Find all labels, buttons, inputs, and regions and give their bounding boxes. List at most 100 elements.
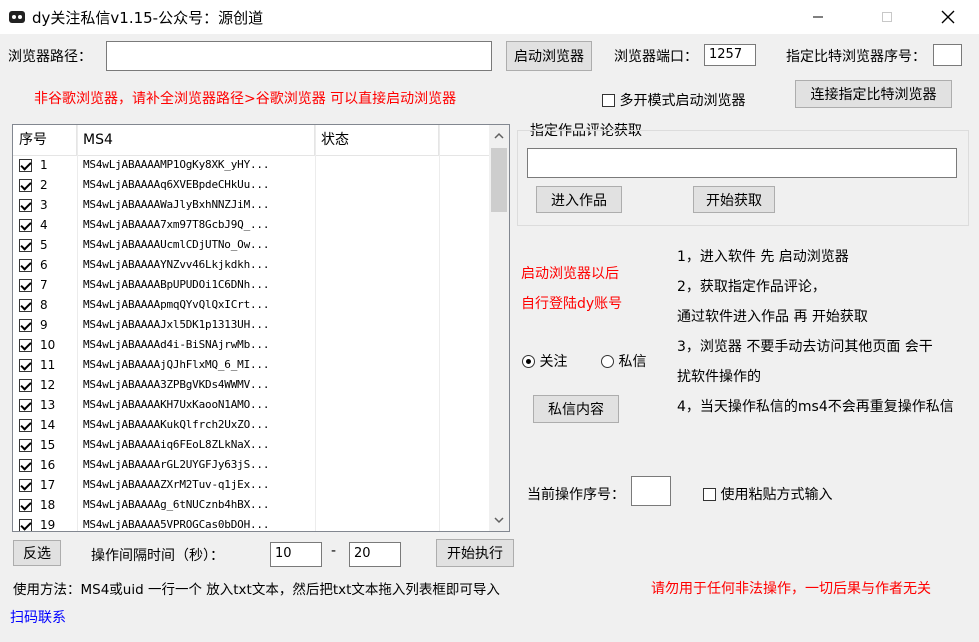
follow-radio-button[interactable]: [522, 354, 535, 368]
row-checkbox[interactable]: [19, 499, 32, 512]
table-row[interactable]: 2 MS4wLjABAAAAq6XVEBpdeCHkUu...: [13, 176, 489, 196]
dm-radio[interactable]: 私信: [601, 351, 646, 371]
table-row[interactable]: 3 MS4wLjABAAAAWaJlyBxhNNZJiM...: [13, 196, 489, 216]
table-row[interactable]: 17 MS4wLjABAAAAZXrM2Tuv-q1jEx...: [13, 476, 489, 496]
multi-mode-checkbox[interactable]: 多开模式启动浏览器: [602, 90, 745, 110]
row-checkbox[interactable]: [19, 199, 32, 212]
column-header-status[interactable]: 状态: [315, 125, 439, 155]
dm-label: 私信: [618, 354, 647, 370]
follow-radio[interactable]: 关注: [522, 351, 567, 371]
row-checkbox[interactable]: [19, 339, 32, 352]
row-checkbox[interactable]: [19, 319, 32, 332]
row-index: 5: [40, 238, 48, 252]
row-index: 7: [40, 278, 48, 292]
list-scrollbar[interactable]: [489, 125, 509, 531]
table-row[interactable]: 16 MS4wLjABAAAArGL2UYGFJy63jS...: [13, 456, 489, 476]
table-row[interactable]: 1 MS4wLjABAAAAMP1OgKy8XK_yHY...: [13, 156, 489, 176]
interval-from-input[interactable]: 10: [270, 542, 322, 567]
dm-content-button[interactable]: 私信内容: [533, 395, 619, 423]
row-ms4: MS4wLjABAAAAJxl5DK1p1313UH...: [83, 318, 270, 331]
column-header-index[interactable]: 序号: [13, 125, 77, 155]
row-checkbox[interactable]: [19, 419, 32, 432]
row-index: 9: [40, 318, 48, 332]
row-index: 4: [40, 218, 48, 232]
row-index: 12: [40, 378, 56, 392]
table-row[interactable]: 14 MS4wLjABAAAAKukQlfrch2UxZO...: [13, 416, 489, 436]
invert-selection-button[interactable]: 反选: [13, 540, 61, 566]
bitbrowser-index-input[interactable]: [933, 44, 962, 66]
scroll-down-icon[interactable]: [494, 517, 504, 524]
contact-link[interactable]: 扫码联系: [10, 607, 66, 627]
table-row[interactable]: 8 MS4wLjABAAAApmqQYvQlQxICrt...: [13, 296, 489, 316]
table-row[interactable]: 7 MS4wLjABAAAABpUPUDOi1C6DNh...: [13, 276, 489, 296]
dm-radio-button[interactable]: [601, 354, 614, 368]
row-checkbox[interactable]: [19, 159, 32, 172]
row-index: 16: [40, 458, 56, 472]
row-checkbox[interactable]: [19, 459, 32, 472]
scroll-up-icon[interactable]: [494, 132, 504, 139]
current-index-input[interactable]: [631, 476, 671, 506]
connect-bitbrowser-button[interactable]: 连接指定比特浏览器: [795, 80, 952, 108]
row-checkbox[interactable]: [19, 379, 32, 392]
close-button[interactable]: [925, 0, 971, 34]
title-bar[interactable]: dy关注私信v1.15-公众号：源创道: [0, 0, 979, 34]
row-checkbox[interactable]: [19, 519, 32, 531]
start-fetch-button[interactable]: 开始获取: [693, 186, 775, 213]
table-row[interactable]: 10 MS4wLjABAAAAd4i-BiSNAjrwMb...: [13, 336, 489, 356]
paste-mode-check-box[interactable]: [703, 487, 716, 501]
launch-browser-button[interactable]: 启动浏览器: [506, 41, 592, 71]
start-execute-button[interactable]: 开始执行: [436, 539, 514, 567]
row-checkbox[interactable]: [19, 239, 32, 252]
table-row[interactable]: 13 MS4wLjABAAAAKH7UxKaooN1AMO...: [13, 396, 489, 416]
instruction-2-cont: 通过软件进入作品 再 开始获取: [677, 309, 868, 325]
row-ms4: MS4wLjABAAAApmqQYvQlQxICrt...: [83, 298, 270, 311]
row-checkbox[interactable]: [19, 259, 32, 272]
row-checkbox[interactable]: [19, 299, 32, 312]
row-checkbox[interactable]: [19, 439, 32, 452]
row-checkbox[interactable]: [19, 399, 32, 412]
browser-path-input[interactable]: [106, 41, 492, 71]
table-row[interactable]: 4 MS4wLjABAAAA7xm97T8GcbJ9Q_...: [13, 216, 489, 236]
paste-mode-label: 使用粘贴方式输入: [720, 487, 833, 503]
table-row[interactable]: 15 MS4wLjABAAAAiq6FEoL8ZLkNaX...: [13, 436, 489, 456]
app-icon: [9, 11, 25, 23]
row-checkbox[interactable]: [19, 279, 32, 292]
row-ms4: MS4wLjABAAAAg_6tNUCznb4hBX...: [83, 498, 270, 511]
multi-mode-check-box[interactable]: [602, 93, 615, 107]
table-row[interactable]: 11 MS4wLjABAAAAjQJhFlxMQ_6_MI...: [13, 356, 489, 376]
column-header-ms4[interactable]: MS4: [77, 125, 315, 155]
row-index: 10: [40, 338, 56, 352]
app-window: dy关注私信v1.15-公众号：源创道 浏览器路径： 启动浏览器 浏览器端口： …: [0, 0, 979, 642]
close-icon: [941, 10, 955, 24]
table-row[interactable]: 6 MS4wLjABAAAAYNZvv46Lkjkdkh...: [13, 256, 489, 276]
interval-to-input[interactable]: 20: [349, 542, 401, 567]
paste-mode-checkbox[interactable]: 使用粘贴方式输入: [703, 484, 832, 504]
ms4-list[interactable]: 序号 MS4 状态 1 MS4wLjABAAAAMP1OgKy8XK_yHY...…: [12, 124, 510, 532]
bitbrowser-index-label: 指定比特浏览器序号：: [786, 49, 926, 65]
port-input[interactable]: 1257: [704, 44, 756, 66]
table-row[interactable]: 19 MS4wLjABAAAA5VPROGCas0bDOH...: [13, 516, 489, 531]
row-ms4: MS4wLjABAAAAUcmlCDjUTNo_Ow...: [83, 238, 270, 251]
minimize-button[interactable]: [795, 0, 841, 34]
table-row[interactable]: 18 MS4wLjABAAAAg_6tNUCznb4hBX...: [13, 496, 489, 516]
instruction-4: 4，当天操作私信的ms4不会再重复操作私信: [677, 399, 954, 415]
window-title: dy关注私信v1.15-公众号：源创道: [32, 9, 264, 27]
maximize-button[interactable]: [864, 0, 910, 34]
row-checkbox[interactable]: [19, 219, 32, 232]
row-ms4: MS4wLjABAAAArGL2UYGFJy63jS...: [83, 458, 270, 471]
work-url-input[interactable]: [527, 148, 957, 178]
row-index: 2: [40, 178, 48, 192]
row-ms4: MS4wLjABAAAAWaJlyBxhNNZJiM...: [83, 198, 270, 211]
row-index: 18: [40, 498, 56, 512]
scrollbar-thumb[interactable]: [491, 148, 507, 212]
table-row[interactable]: 12 MS4wLjABAAAA3ZPBgVKDs4WWMV...: [13, 376, 489, 396]
row-index: 17: [40, 478, 56, 492]
row-checkbox[interactable]: [19, 179, 32, 192]
table-row[interactable]: 5 MS4wLjABAAAAUcmlCDjUTNo_Ow...: [13, 236, 489, 256]
multi-mode-label: 多开模式启动浏览器: [619, 93, 746, 109]
row-checkbox[interactable]: [19, 359, 32, 372]
row-checkbox[interactable]: [19, 479, 32, 492]
enter-work-button[interactable]: 进入作品: [536, 186, 622, 213]
table-row[interactable]: 9 MS4wLjABAAAAJxl5DK1p1313UH...: [13, 316, 489, 336]
row-index: 6: [40, 258, 48, 272]
